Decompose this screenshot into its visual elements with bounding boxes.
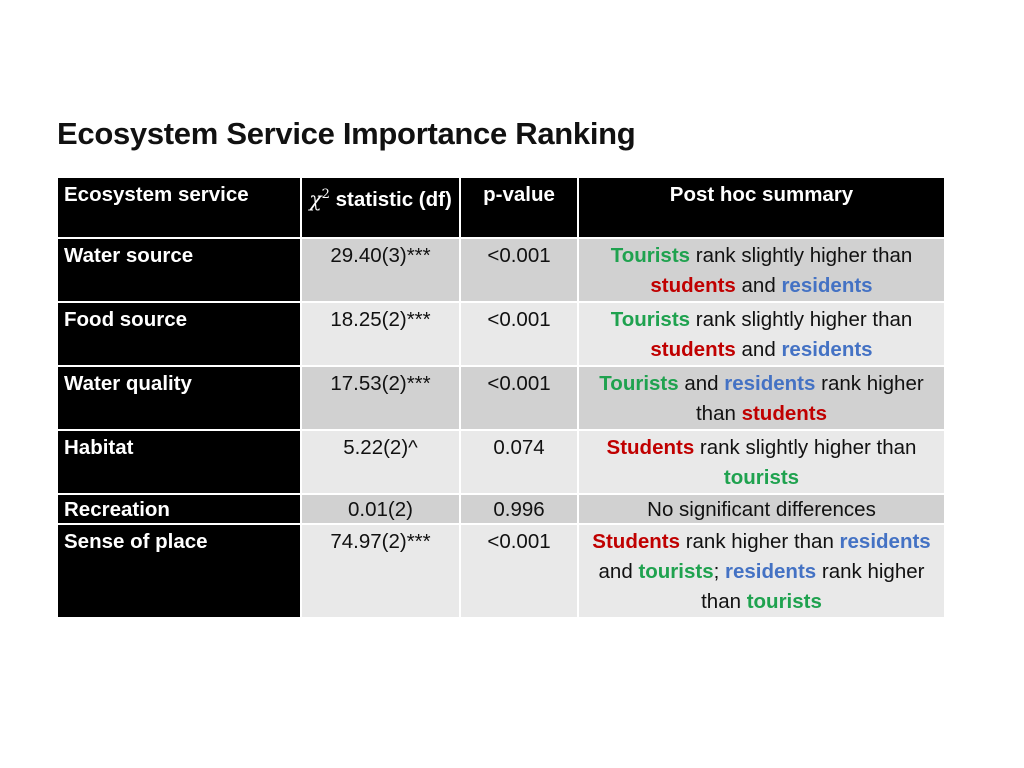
header-ecosystem-service: Ecosystem service xyxy=(58,178,300,237)
service-cell: Water source xyxy=(58,239,300,301)
page-title: Ecosystem Service Importance Ranking xyxy=(57,116,636,151)
table-row: Habitat 5.22(2)^ 0.074 Students rank sli… xyxy=(58,431,944,493)
p-value-cell: <0.001 xyxy=(461,303,577,365)
statistic-cell: 0.01(2) xyxy=(302,495,459,523)
statistic-cell: 18.25(2)*** xyxy=(302,303,459,365)
table-header-row: Ecosystem service χ2 statistic (df) p-va… xyxy=(58,178,944,237)
service-cell: Recreation xyxy=(58,495,300,523)
statistic-cell: 74.97(2)*** xyxy=(302,525,459,617)
service-cell: Habitat xyxy=(58,431,300,493)
statistic-cell: 5.22(2)^ xyxy=(302,431,459,493)
service-cell: Sense of place xyxy=(58,525,300,617)
table-row: Recreation 0.01(2) 0.996 No significant … xyxy=(58,495,944,523)
service-cell: Water quality xyxy=(58,367,300,429)
statistic-cell: 29.40(3)*** xyxy=(302,239,459,301)
summary-cell: Tourists and residents rank higher than … xyxy=(579,367,944,429)
summary-cell: Students rank slightly higher than touri… xyxy=(579,431,944,493)
service-cell: Food source xyxy=(58,303,300,365)
summary-cell: Tourists rank slightly higher than stude… xyxy=(579,239,944,301)
header-post-hoc-summary: Post hoc summary xyxy=(579,178,944,237)
table-row: Food source 18.25(2)*** <0.001 Tourists … xyxy=(58,303,944,365)
chi-symbol: χ2 xyxy=(309,186,330,211)
p-value-cell: <0.001 xyxy=(461,367,577,429)
table-row: Water source 29.40(3)*** <0.001 Tourists… xyxy=(58,239,944,301)
summary-cell: Tourists rank slightly higher than stude… xyxy=(579,303,944,365)
p-value-cell: 0.074 xyxy=(461,431,577,493)
table-row: Sense of place 74.97(2)*** <0.001 Studen… xyxy=(58,525,944,617)
table-row: Water quality 17.53(2)*** <0.001 Tourist… xyxy=(58,367,944,429)
p-value-cell: 0.996 xyxy=(461,495,577,523)
ranking-table: Ecosystem service χ2 statistic (df) p-va… xyxy=(56,176,946,619)
p-value-cell: <0.001 xyxy=(461,525,577,617)
statistic-cell: 17.53(2)*** xyxy=(302,367,459,429)
p-value-cell: <0.001 xyxy=(461,239,577,301)
header-chi-statistic: χ2 statistic (df) xyxy=(302,178,459,237)
summary-cell: Students rank higher than residents and … xyxy=(579,525,944,617)
header-p-value: p-value xyxy=(461,178,577,237)
summary-cell: No significant differences xyxy=(579,495,944,523)
